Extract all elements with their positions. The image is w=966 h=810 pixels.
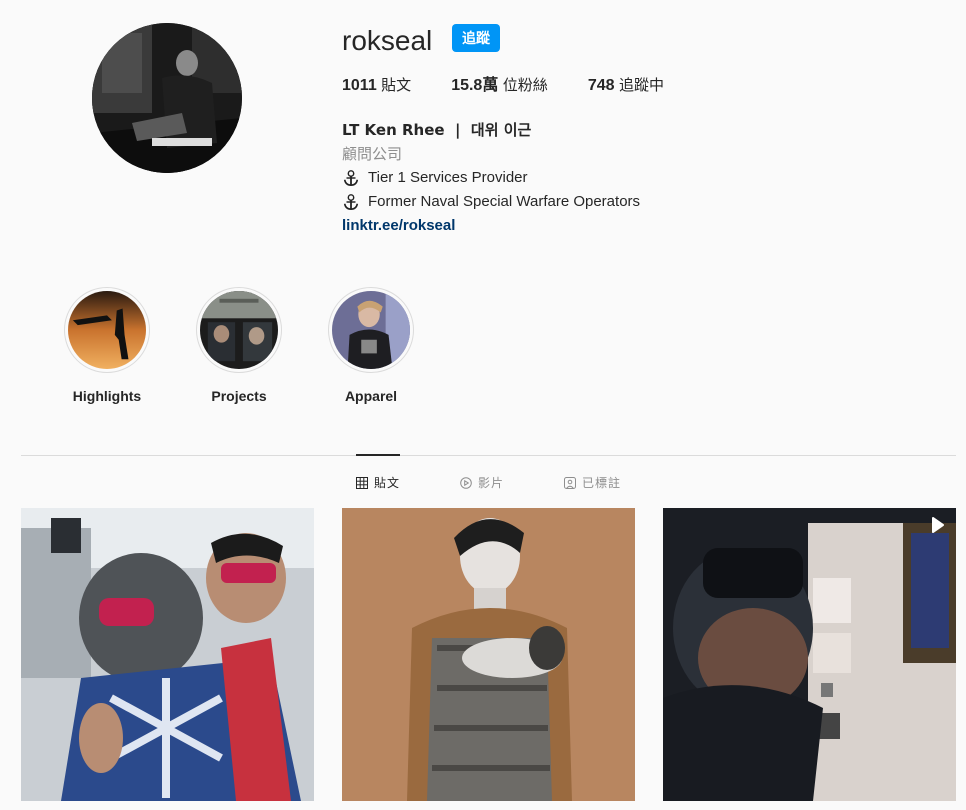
post-thumbnail[interactable] (21, 508, 314, 801)
bio-line-1: Tier 1 Services Provider (342, 166, 640, 190)
tab-tagged[interactable]: 已標註 (564, 474, 621, 491)
highlight-highlights[interactable]: Highlights (64, 287, 150, 404)
tab-posts-label: 貼文 (374, 476, 401, 490)
highlight-ring (64, 287, 150, 373)
tag-icon (564, 476, 577, 489)
post-thumbnail[interactable] (342, 508, 635, 801)
profile-stats: 1011 貼文 15.8萬 位粉絲 748 追蹤中 (342, 75, 704, 96)
active-tab-indicator (356, 454, 400, 456)
story-highlights: Highlights Projects Apparel (64, 287, 460, 404)
highlight-projects[interactable]: Projects (196, 287, 282, 404)
profile-username: rokseal (342, 25, 433, 56)
posts-label: 貼文 (381, 76, 412, 94)
profile-bio: LT Ken Rhee | 대위 이근 顧問公司 Tier 1 Services… (342, 118, 640, 238)
play-circle-icon (460, 476, 472, 489)
post-thumbnail[interactable] (663, 508, 956, 801)
avatar-image (92, 23, 242, 173)
bio-line-2: Former Naval Special Warfare Operators (342, 190, 640, 214)
bio-line-1-text: Tier 1 Services Provider (368, 169, 528, 186)
highlight-label: Apparel (344, 388, 398, 404)
tab-tagged-label: 已標註 (582, 476, 622, 490)
highlight-label: Highlights (72, 388, 142, 404)
grid-icon (356, 476, 368, 489)
posts-grid (21, 508, 956, 801)
following-count: 748 (587, 77, 615, 94)
profile-avatar[interactable] (92, 23, 242, 173)
followers-count: 15.8萬 (451, 77, 499, 94)
anchor-emblem-icon (343, 170, 359, 187)
bio-link[interactable]: linktr.ee/rokseal (342, 217, 455, 234)
tab-posts[interactable]: 貼文 (356, 474, 400, 491)
tabs-divider (21, 455, 956, 456)
post-image (342, 508, 635, 801)
highlight-label: Projects (211, 388, 267, 404)
highlight-apparel[interactable]: Apparel (328, 287, 414, 404)
anchor-emblem-icon (343, 194, 359, 211)
highlight-cover (68, 291, 146, 369)
tab-videos-label: 影片 (478, 476, 505, 490)
post-image (663, 508, 956, 801)
highlight-cover (200, 291, 278, 369)
followers-stat[interactable]: 15.8萬 位粉絲 (451, 75, 548, 96)
highlight-ring (328, 287, 414, 373)
highlight-cover (332, 291, 410, 369)
follow-button[interactable]: 追蹤 (452, 24, 500, 52)
posts-stat: 1011 貼文 (342, 75, 411, 96)
video-icon (932, 517, 944, 533)
profile-tabs: 貼文 影片 已標註 (356, 474, 681, 491)
profile-category: 顧問公司 (342, 145, 403, 163)
profile-full-name: LT Ken Rhee | 대위 이근 (342, 121, 532, 139)
tab-videos[interactable]: 影片 (460, 474, 504, 491)
bio-line-2-text: Former Naval Special Warfare Operators (368, 193, 641, 210)
post-image (21, 508, 314, 801)
posts-count: 1011 (342, 77, 377, 94)
following-stat[interactable]: 748 追蹤中 (588, 75, 664, 96)
following-label: 追蹤中 (618, 76, 664, 94)
followers-label: 位粉絲 (502, 76, 548, 94)
highlight-ring (196, 287, 282, 373)
